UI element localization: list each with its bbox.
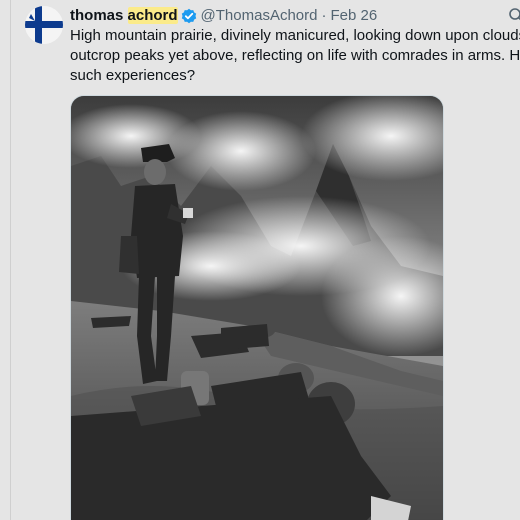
display-name-first: thomas	[70, 7, 128, 24]
display-name[interactable]: thomas achord	[70, 6, 178, 26]
soldiers-mountain-photo	[71, 96, 443, 520]
avatar[interactable]	[25, 6, 63, 44]
tweet-screenshot: thomas achord @ThomasAchord · Feb 26 Hig…	[0, 0, 520, 520]
tweet-header: thomas achord @ThomasAchord · Feb 26	[70, 6, 377, 26]
header-separator: ·	[321, 7, 327, 24]
timeline-divider	[10, 0, 11, 520]
display-name-highlighted: achord	[127, 7, 178, 24]
tweet-date[interactable]: Feb 26	[330, 6, 377, 26]
finnish-cross-flag-icon	[25, 6, 63, 44]
author-handle[interactable]: @ThomasAchord	[201, 6, 318, 26]
tweet-text-line: outcrop peaks yet above, reflecting on l…	[70, 47, 520, 64]
more-options-icon[interactable]	[508, 7, 520, 23]
verified-badge-icon	[181, 8, 197, 24]
tweet-text-line: such experiences?	[70, 67, 196, 84]
tweet-text-line: High mountain prairie, divinely manicure…	[70, 27, 520, 44]
tweet-photo[interactable]	[70, 95, 444, 520]
tweet-text: High mountain prairie, divinely manicure…	[70, 26, 520, 86]
